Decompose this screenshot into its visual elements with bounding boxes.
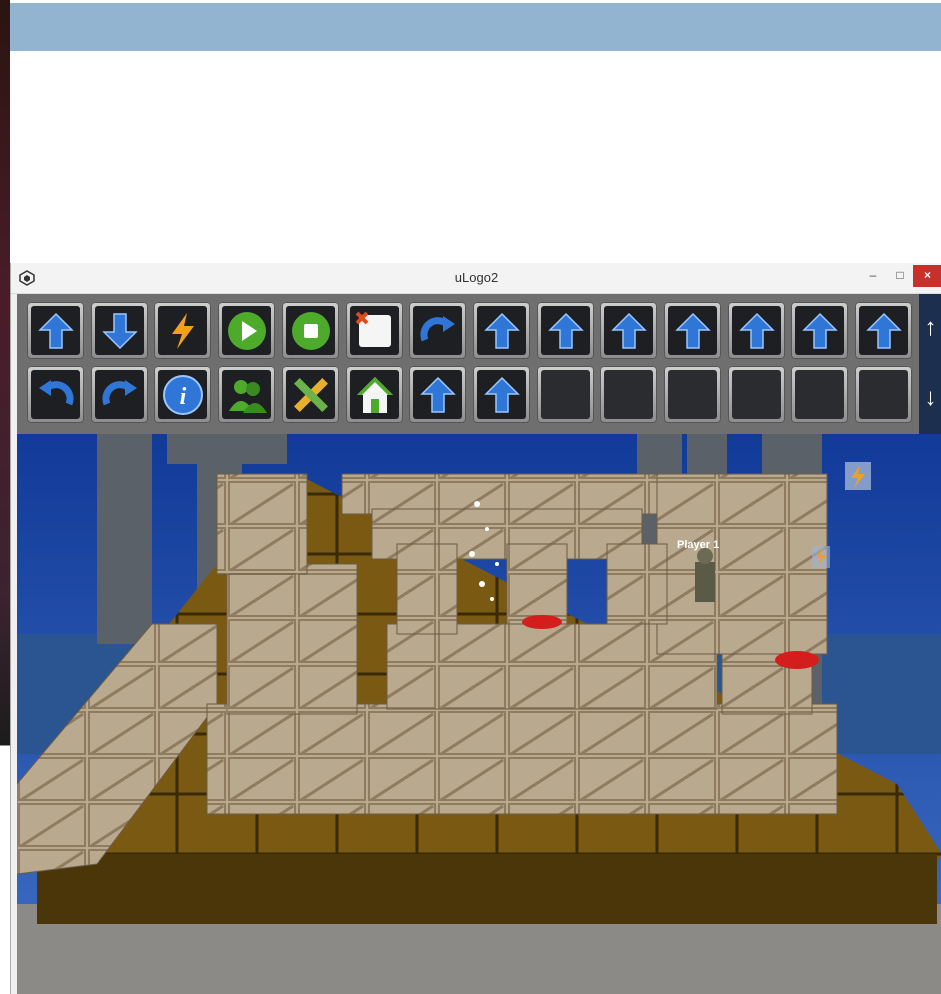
edit-tools-button[interactable] xyxy=(282,366,339,423)
minimize-button[interactable]: – xyxy=(860,265,886,287)
redo-icon xyxy=(413,306,462,355)
clear-note-button[interactable] xyxy=(346,302,403,359)
empty-slot[interactable] xyxy=(664,366,721,423)
arrow-up-button[interactable] xyxy=(791,302,848,359)
red-switch-1 xyxy=(522,615,562,629)
empty-slot[interactable] xyxy=(600,366,657,423)
clear-note-icon xyxy=(350,306,399,355)
redo-icon xyxy=(95,370,144,419)
app-window: uLogo2 – □ × i ↑ ↓ Player 1 xyxy=(10,263,941,994)
home-button[interactable] xyxy=(346,366,403,423)
top-banner xyxy=(10,3,941,51)
arrow-up-icon xyxy=(541,306,590,355)
info-icon: i xyxy=(158,370,207,419)
arrow-up-icon xyxy=(859,306,908,355)
empty-slot[interactable] xyxy=(791,366,848,423)
arrow-up-icon xyxy=(413,370,462,419)
edit-tools-icon xyxy=(286,370,335,419)
empty-slot-inner xyxy=(604,370,653,419)
empty-slot-inner xyxy=(859,370,908,419)
arrow-up-icon xyxy=(604,306,653,355)
game-scene: Player 1 xyxy=(17,434,941,994)
empty-slot-inner xyxy=(732,370,781,419)
red-switch-2 xyxy=(775,651,819,669)
command-toolbar: i xyxy=(17,294,919,434)
empty-slot-inner xyxy=(668,370,717,419)
window-title: uLogo2 xyxy=(454,270,499,285)
arrow-up-icon xyxy=(668,306,717,355)
play-button[interactable] xyxy=(218,302,275,359)
play-icon xyxy=(222,306,271,355)
stop-button[interactable] xyxy=(282,302,339,359)
undo-button[interactable] xyxy=(27,366,84,423)
scroll-down-button[interactable]: ↓ xyxy=(919,364,941,432)
home-icon xyxy=(350,370,399,419)
redo-button[interactable] xyxy=(91,366,148,423)
arrow-down-button[interactable] xyxy=(91,302,148,359)
blank-area xyxy=(10,51,941,263)
player-character xyxy=(695,548,715,602)
empty-slot[interactable] xyxy=(537,366,594,423)
floor-edge xyxy=(37,854,937,924)
arrow-up-button[interactable] xyxy=(473,366,530,423)
arrow-up-icon xyxy=(31,306,80,355)
close-button[interactable]: × xyxy=(913,265,941,287)
arrow-down-icon xyxy=(95,306,144,355)
arrow-up-icon xyxy=(732,306,781,355)
empty-slot-inner xyxy=(795,370,844,419)
arrow-up-button[interactable] xyxy=(855,302,912,359)
lightning-icon xyxy=(158,306,207,355)
empty-slot[interactable] xyxy=(855,366,912,423)
arrow-up-button[interactable] xyxy=(537,302,594,359)
lightning-button[interactable] xyxy=(154,302,211,359)
arrow-up-icon xyxy=(477,370,526,419)
arrow-up-icon xyxy=(795,306,844,355)
empty-slot[interactable] xyxy=(728,366,785,423)
arrow-up-button[interactable] xyxy=(728,302,785,359)
arrow-up-button[interactable] xyxy=(473,302,530,359)
lightning-pickup-icon xyxy=(845,462,871,490)
player-label: Player 1 xyxy=(677,539,719,551)
arrow-up-button[interactable] xyxy=(27,302,84,359)
arrow-up-icon xyxy=(477,306,526,355)
background-strip xyxy=(0,0,10,994)
scroll-up-button[interactable]: ↑ xyxy=(919,294,941,362)
arrow-up-button[interactable] xyxy=(600,302,657,359)
empty-slot-inner xyxy=(541,370,590,419)
svg-text:i: i xyxy=(179,384,186,410)
undo-icon xyxy=(31,370,80,419)
users-icon xyxy=(222,370,271,419)
arrow-up-button[interactable] xyxy=(409,366,466,423)
titlebar: uLogo2 – □ × xyxy=(11,263,941,294)
lightning-pickup-icon xyxy=(812,546,830,568)
users-button[interactable] xyxy=(218,366,275,423)
redo-button[interactable] xyxy=(409,302,466,359)
scroll-column: ↑ ↓ xyxy=(919,294,941,434)
maximize-button[interactable]: □ xyxy=(887,265,913,287)
info-button[interactable]: i xyxy=(154,366,211,423)
arrow-up-button[interactable] xyxy=(664,302,721,359)
stop-icon xyxy=(286,306,335,355)
game-viewport[interactable]: Player 1 xyxy=(17,434,941,994)
